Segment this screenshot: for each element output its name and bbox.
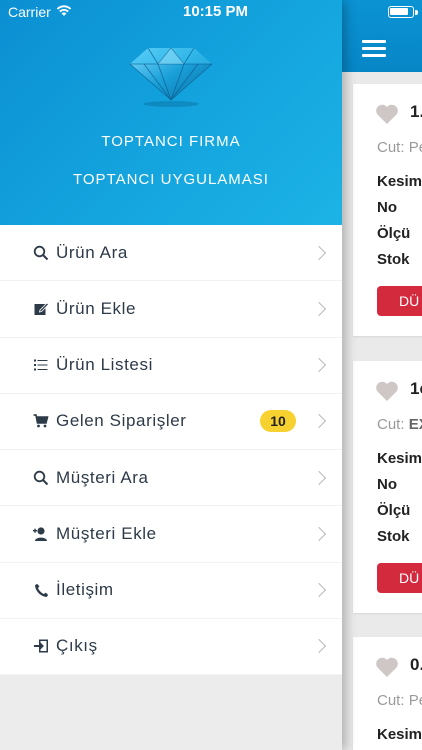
drawer-menu: Ürün Ara Ürün Ekle Ürün Listesi Gelen Si…: [0, 225, 342, 675]
cart-icon: [32, 412, 50, 430]
search-icon: [32, 469, 50, 487]
edit-icon: [32, 300, 50, 318]
menu-item-product-add[interactable]: Ürün Ekle: [0, 281, 342, 338]
product-field-label: Stok: [377, 528, 410, 545]
carrier-label: Carrier: [8, 4, 51, 20]
hamburger-menu-icon[interactable]: [362, 40, 386, 57]
navigation-drawer: Carrier 10:15 PM TOPTANCI FIRMA TOPTANCI…: [0, 0, 342, 750]
drawer-header: Carrier 10:15 PM TOPTANCI FIRMA TOPTANCI…: [0, 0, 342, 225]
heart-icon[interactable]: [375, 656, 399, 678]
menu-item-label: Gelen Siparişler: [56, 411, 187, 431]
product-cut: Cut: Pe: [377, 692, 422, 709]
product-field-label: Kesim: [377, 173, 422, 190]
brand-line-1: TOPTANCI FIRMA: [101, 133, 241, 150]
chevron-right-icon: [311, 526, 327, 541]
wifi-icon: [56, 5, 72, 16]
product-field-label: Ölçü: [377, 225, 411, 242]
list-icon: [32, 356, 50, 374]
menu-item-product-list[interactable]: Ürün Listesi: [0, 338, 342, 394]
product-card[interactable]: 1. Cut: Pe Kesim No Ölçü Stok DÜ: [353, 84, 422, 336]
menu-item-contact[interactable]: İletişim: [0, 563, 342, 619]
battery-icon: [388, 6, 414, 18]
menu-item-label: Müşteri Ekle: [56, 523, 157, 543]
status-bar: Carrier 10:15 PM: [0, 0, 342, 24]
product-field-label: Kesim: [377, 726, 422, 743]
menu-item-label: Ürün Ekle: [56, 298, 137, 318]
product-field-label: No: [377, 476, 397, 493]
product-cut: Cut: EX: [377, 416, 422, 433]
product-card[interactable]: 0. Cut: Pe Kesim: [353, 637, 422, 750]
brand-line-2: TOPTANCI UYGULAMASI: [73, 171, 269, 188]
product-list-panel: 1. Cut: Pe Kesim No Ölçü Stok DÜ 1c Cut:…: [342, 0, 422, 750]
product-card[interactable]: 1c Cut: EX Kesim No Ölçü Stok DÜ: [353, 361, 422, 613]
chevron-right-icon: [311, 470, 327, 485]
diamond-logo-icon: [129, 47, 213, 107]
product-cut: Cut: Pe: [377, 139, 422, 156]
chevron-right-icon: [311, 358, 327, 373]
product-title: 1c: [410, 379, 422, 398]
search-icon: [32, 244, 50, 262]
logout-icon: [32, 637, 50, 655]
product-title: 0.: [410, 655, 422, 674]
chevron-right-icon: [311, 301, 327, 316]
product-field-label: No: [377, 199, 397, 216]
chevron-right-icon: [311, 583, 327, 598]
chevron-right-icon: [311, 639, 327, 654]
user-add-icon: [32, 525, 50, 543]
orders-count-badge: 10: [260, 410, 296, 433]
product-title: 1.: [410, 102, 422, 121]
battery-tip: [415, 10, 418, 15]
chevron-right-icon: [311, 414, 327, 429]
chevron-right-icon: [311, 245, 327, 260]
main-header: [342, 0, 422, 72]
menu-item-label: Ürün Ara: [56, 242, 128, 262]
menu-item-label: Müşteri Ara: [56, 467, 149, 487]
menu-item-label: Çıkış: [56, 636, 98, 656]
product-field-label: Ölçü: [377, 502, 411, 519]
product-field-label: Stok: [377, 251, 410, 268]
phone-icon: [32, 581, 50, 599]
menu-item-incoming-orders[interactable]: Gelen Siparişler 10: [0, 394, 342, 450]
edit-button[interactable]: DÜ: [377, 286, 422, 316]
heart-icon[interactable]: [375, 103, 399, 125]
menu-item-product-search[interactable]: Ürün Ara: [0, 225, 342, 282]
menu-item-logout[interactable]: Çıkış: [0, 619, 342, 675]
clock: 10:15 PM: [183, 3, 249, 20]
heart-icon[interactable]: [375, 380, 399, 402]
menu-item-label: Ürün Listesi: [56, 355, 153, 375]
drawer-footer-space: [0, 675, 342, 750]
product-field-label: Kesim: [377, 450, 422, 467]
menu-item-customer-search[interactable]: Müşteri Ara: [0, 450, 342, 507]
edit-button[interactable]: DÜ: [377, 563, 422, 593]
menu-item-label: İletişim: [56, 580, 114, 600]
status-bar-right: [342, 0, 422, 24]
menu-item-customer-add[interactable]: Müşteri Ekle: [0, 506, 342, 563]
